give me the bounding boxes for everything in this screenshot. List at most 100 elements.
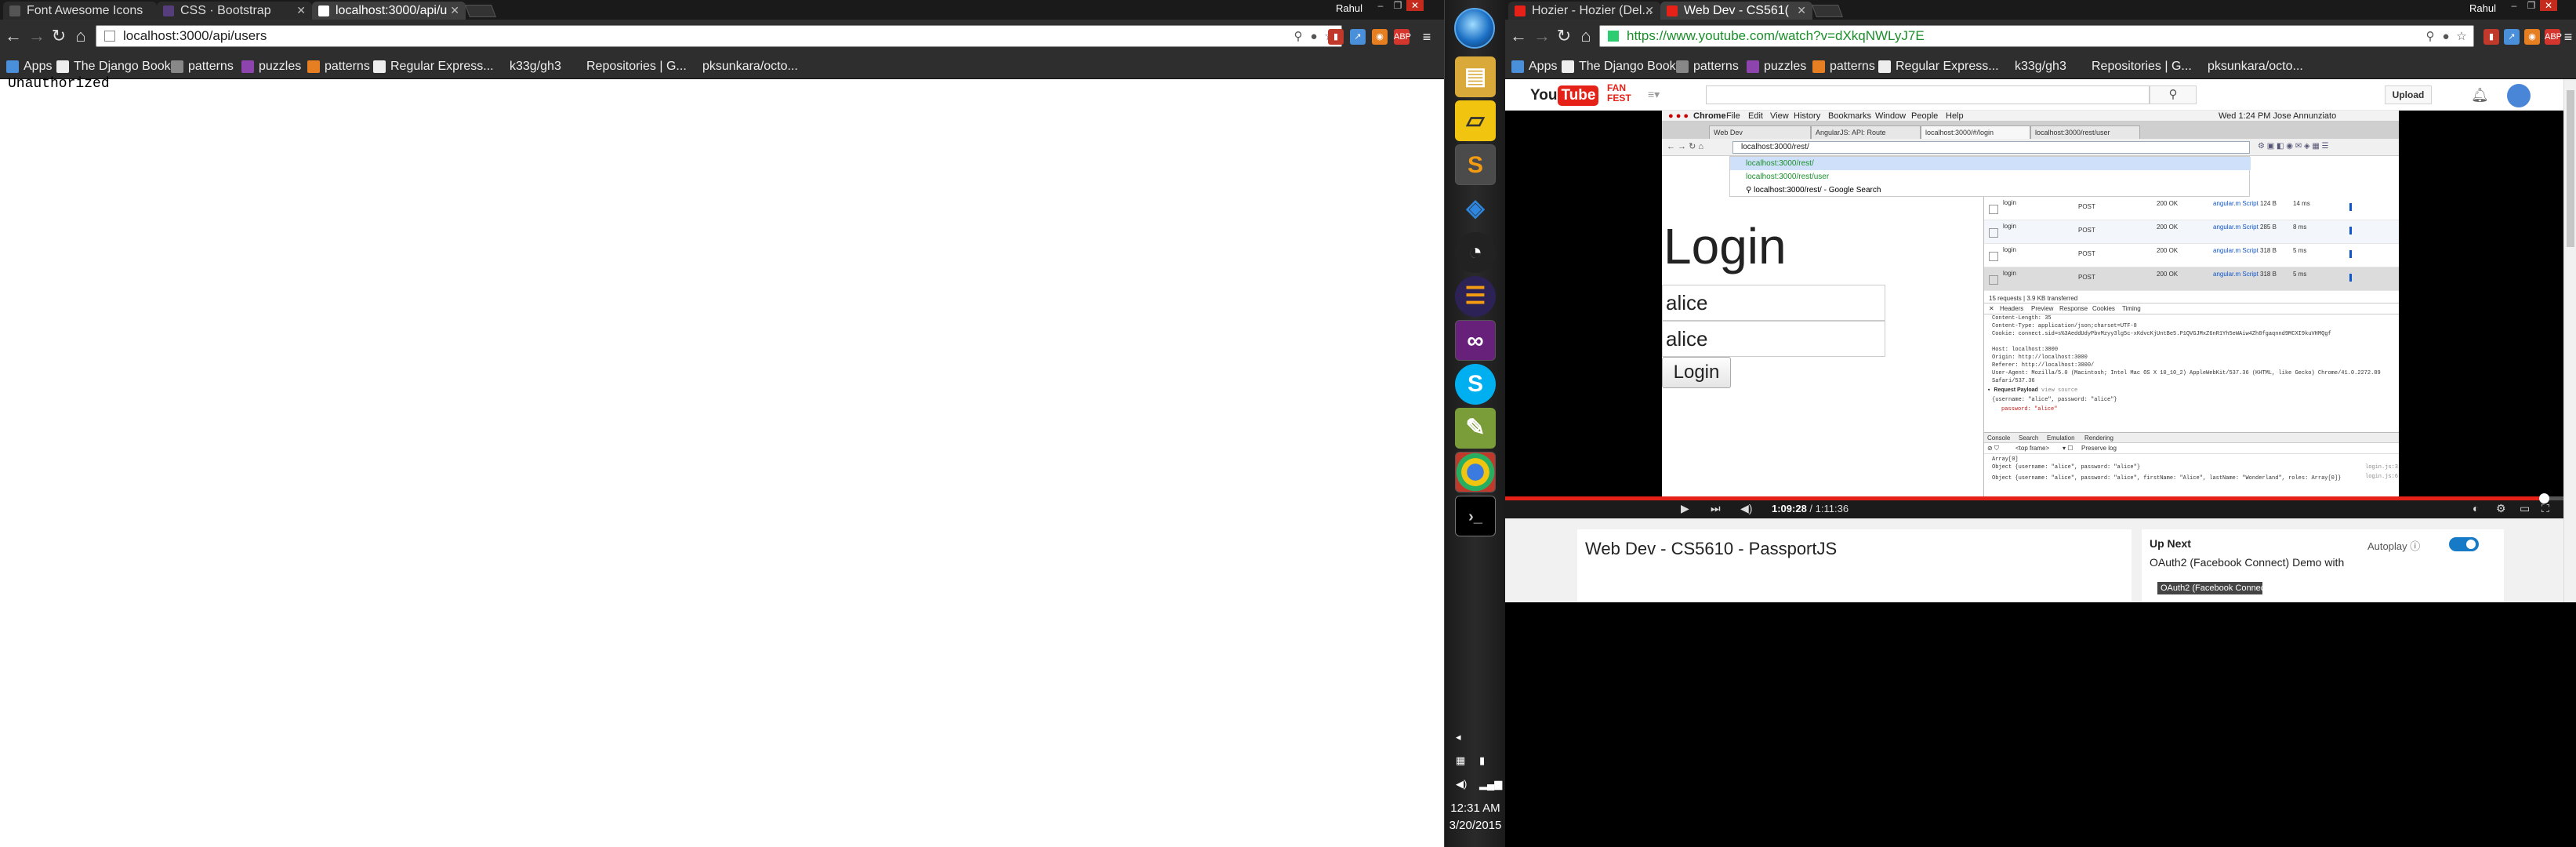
next-video-link[interactable]: OAuth2 (Facebook Connect) OAuth2 (Facebo… [2150, 556, 2344, 594]
power-icon[interactable]: ▮ [1479, 754, 1485, 767]
terminal-icon[interactable]: ›_ [1455, 496, 1496, 536]
extension-icon[interactable]: ● [1307, 30, 1321, 44]
tab-hozier[interactable]: Hozier - Hozier (Del... ✕ [1508, 2, 1660, 20]
address-bar[interactable]: localhost:3000/api/users ⚲ ● ☆ [96, 25, 1342, 47]
theater-mode-icon[interactable]: ▭ [2520, 501, 2530, 515]
bookmark-repositories[interactable]: Repositories | G... [569, 59, 687, 75]
progress-bar[interactable] [1505, 493, 2576, 503]
bookmark-django-book[interactable]: The Django Book [56, 59, 171, 75]
close-icon[interactable]: ✕ [1645, 2, 1654, 20]
bookmark-star-icon[interactable]: ☆ [2454, 30, 2469, 44]
virtualbox-icon[interactable]: ◈ [1455, 188, 1496, 229]
bookmark-puzzles[interactable]: puzzles [1747, 59, 1806, 75]
notifications-bell-icon[interactable]: 🔔︎ [2471, 87, 2489, 104]
autoplay-toggle[interactable] [2449, 537, 2479, 551]
search-button[interactable]: ⚲ [2150, 85, 2197, 104]
maximize-button[interactable]: ❐ [2523, 0, 2540, 11]
page-scrollbar[interactable] [2563, 79, 2576, 602]
menu-icon[interactable]: ≡ [2560, 29, 2576, 45]
github-icon[interactable]: ◔ [1455, 232, 1496, 273]
search-input[interactable] [1706, 85, 2150, 104]
close-window-button[interactable]: ✕ [1406, 0, 1424, 11]
avatar[interactable] [2507, 84, 2531, 107]
next-icon[interactable]: ⏭︎ [1711, 501, 1721, 515]
reload-button[interactable]: ↻ [49, 26, 69, 46]
eclipse-icon[interactable]: ☰ [1455, 276, 1496, 317]
start-button[interactable] [1454, 8, 1495, 49]
sublime-text-icon[interactable]: S [1455, 144, 1496, 185]
back-button[interactable]: ← [1508, 26, 1529, 46]
address-bar[interactable]: https://www.youtube.com/watch?v=dXkqNWLy… [1599, 25, 2474, 47]
next-video-thumbnail[interactable]: OAuth2 (Facebook Connect) [2157, 582, 2270, 594]
info-icon[interactable]: ⓘ [2410, 540, 2420, 552]
tab-localhost-api[interactable]: localhost:3000/api/u ✕ [312, 2, 466, 20]
tab-web-dev[interactable]: Web Dev - CS561(✕ [1660, 2, 1812, 20]
extension-icon[interactable]: ↗ [1350, 29, 1366, 45]
bookmark-patterns-2[interactable]: patterns [1812, 59, 1875, 75]
back-button[interactable]: ← [3, 26, 24, 46]
bookmark-regular-express[interactable]: Regular Express... [373, 59, 494, 75]
search-icon[interactable]: ⚲ [2423, 30, 2437, 44]
system-clock[interactable]: 12:31 AM 3/20/2015 [1445, 800, 1506, 834]
fullscreen-icon[interactable]: ⛶ [2542, 501, 2549, 515]
skype-icon[interactable]: S [1455, 364, 1496, 405]
bookmark-apps[interactable]: Apps [1511, 59, 1557, 75]
play-icon[interactable]: ▶ [1681, 501, 1689, 515]
forward-button[interactable]: → [27, 26, 47, 46]
close-icon[interactable]: ✕ [296, 2, 306, 20]
tab-bootstrap[interactable]: CSS · Bootstrap ✕ [157, 2, 312, 20]
visual-studio-icon[interactable]: ∞ [1455, 320, 1496, 361]
extension-icon[interactable]: ◉ [1372, 29, 1388, 45]
signal-icon[interactable]: ▂▄▆ [1479, 778, 1502, 791]
profile-name[interactable]: Rahul [1336, 2, 1362, 14]
close-icon[interactable]: ✕ [450, 2, 459, 20]
bookmark-k33g[interactable]: k33g/gh3 [1997, 59, 2066, 75]
scrollbar-thumb[interactable] [2567, 90, 2574, 247]
extension-icon[interactable]: ▮ [1328, 29, 1344, 45]
bookmark-repositories[interactable]: Repositories | G... [2074, 59, 2192, 75]
extension-icon[interactable]: ● [2439, 30, 2453, 44]
menu-icon[interactable]: ≡ [1419, 29, 1435, 45]
profile-name[interactable]: Rahul [2469, 2, 2496, 14]
volume-icon[interactable]: ◀) [1456, 778, 1467, 791]
bookmark-puzzles[interactable]: puzzles [241, 59, 301, 75]
bookmark-octo[interactable]: pksunkara/octo... [2190, 59, 2303, 75]
close-icon[interactable]: ✕ [1797, 2, 1806, 20]
extension-icon[interactable]: ◉ [2524, 29, 2540, 45]
adblock-icon[interactable]: ABP [2545, 29, 2562, 45]
notepad-plus-icon[interactable]: ✎ [1455, 408, 1496, 449]
minimize-button[interactable]: – [2505, 0, 2523, 11]
extension-icon[interactable]: ▮ [2483, 29, 2499, 45]
volume-icon[interactable]: ◀) [1740, 501, 1752, 515]
settings-gear-icon[interactable]: ⚙ [2496, 501, 2506, 515]
maximize-button[interactable]: ❐ [1389, 0, 1406, 11]
bookmark-octo[interactable]: pksunkara/octo... [685, 59, 798, 75]
new-tab-button[interactable] [1812, 5, 1843, 17]
bookmark-django-book[interactable]: The Django Book [1562, 59, 1676, 75]
extension-icon[interactable]: ↗ [2504, 29, 2520, 45]
bookmark-apps[interactable]: Apps [6, 59, 52, 75]
bookmark-k33g[interactable]: k33g/gh3 [492, 59, 561, 75]
tab-font-awesome[interactable]: Font Awesome Icons [3, 2, 157, 20]
video-area[interactable]: ● ● ● Chrome File Edit View History Book… [1505, 111, 2576, 525]
bookmark-patterns-2[interactable]: patterns [307, 59, 370, 75]
reload-button[interactable]: ↻ [1554, 26, 1574, 46]
video-player[interactable]: ● ● ● Chrome File Edit View History Book… [1505, 111, 2576, 525]
bookmark-patterns[interactable]: patterns [171, 59, 234, 75]
guide-menu-icon[interactable]: ≡▾ [1648, 88, 1660, 101]
home-button[interactable]: ⌂ [71, 26, 91, 46]
network-icon[interactable]: ▦ [1456, 754, 1465, 767]
notes-icon[interactable]: ▱ [1455, 100, 1496, 141]
minimize-button[interactable]: – [1372, 0, 1389, 11]
upload-button[interactable]: Upload [2385, 85, 2432, 104]
chrome-icon[interactable] [1455, 452, 1496, 493]
forward-button[interactable]: → [1532, 26, 1552, 46]
annotations-icon[interactable]: ◐ [2473, 501, 2479, 515]
tray-expand-icon[interactable]: ◂ [1456, 731, 1461, 743]
youtube-logo[interactable]: You Tube [1530, 85, 1599, 106]
bookmark-patterns[interactable]: patterns [1676, 59, 1739, 75]
search-icon[interactable]: ⚲ [1291, 30, 1305, 44]
new-tab-button[interactable] [465, 5, 496, 17]
bookmark-regular-express[interactable]: Regular Express... [1878, 59, 1999, 75]
adblock-icon[interactable]: ABP [1394, 29, 1411, 45]
